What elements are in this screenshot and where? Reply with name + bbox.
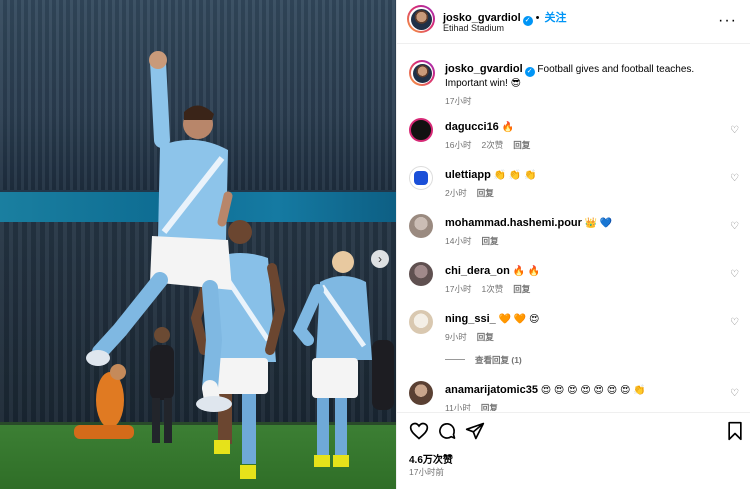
comment-body: dagucci16 🔥 16小时 2次赞 回复 [445, 121, 725, 152]
comment-meta: 11小时 回复 [445, 402, 725, 411]
players-illustration [74, 51, 394, 479]
commenter-avatar[interactable] [409, 166, 433, 190]
commenter-username[interactable]: ning_ssi_ [445, 313, 496, 325]
comment-body: anamarijatomic35 😍 😍 😍 😍 😍 😍 😍 👏 11小时 回复 [445, 384, 725, 411]
caption-body: josko_gvardiol ✓ Football gives and footb… [445, 63, 735, 108]
reply-button[interactable]: 回复 [481, 403, 498, 411]
comments-list[interactable]: josko_gvardiol ✓ Football gives and footb… [397, 45, 750, 411]
comment-meta: 17小时 1次赞 回复 [445, 283, 725, 296]
reply-button[interactable]: 回复 [477, 188, 494, 198]
post-detail-pane: josko_gvardiol ✓ • 关注 Etihad Stadium ··· jo… [396, 0, 750, 489]
comment-body: chi_dera_on 🔥 🔥 17小时 1次赞 回复 [445, 265, 725, 296]
post-actions-bar: 4.6万次赞 17小时前 [397, 412, 750, 489]
commenter-username[interactable]: chi_dera_on [445, 265, 510, 277]
separator-dot: • [535, 12, 540, 24]
comment-icon[interactable] [437, 421, 457, 441]
comment-like-heart-icon[interactable]: ♡ [730, 389, 740, 399]
next-image-button[interactable]: › [371, 250, 389, 268]
comment-like-heart-icon[interactable]: ♡ [730, 126, 740, 136]
comment-body: ning_ssi_ 🧡 🧡 😍 9小时 回复 [445, 313, 725, 344]
reply-button[interactable]: 回复 [481, 236, 498, 246]
commenter-avatar[interactable] [409, 310, 433, 334]
share-icon[interactable] [465, 421, 485, 441]
comment-text: 👑 💙 [584, 218, 613, 229]
comment-body: ulettiapp 👏 👏 👏 2小时 回复 [445, 169, 725, 200]
comment-time: 2小时 [445, 188, 467, 198]
reply-button[interactable]: 回复 [477, 332, 494, 342]
comment-meta: 14小时 回复 [445, 235, 725, 248]
goalkeeper-figure [74, 364, 134, 439]
comment-time: 9小时 [445, 332, 467, 342]
comment-like-count[interactable]: 1次赞 [481, 284, 503, 294]
comment-meta: 16小时 2次赞 回复 [445, 139, 725, 152]
caption-author-avatar[interactable] [409, 60, 435, 86]
caption-time: 17小时 [445, 96, 472, 106]
comment-text: 🔥 🔥 [512, 266, 541, 277]
bookmark-icon[interactable] [725, 421, 745, 441]
comment-time: 17小时 [445, 284, 472, 294]
commenter-avatar[interactable] [409, 381, 433, 405]
comment-text: 😍 😍 😍 😍 😍 😍 😍 👏 [540, 385, 646, 396]
commenter-username[interactable]: ulettiapp [445, 169, 491, 181]
comment-like-heart-icon[interactable]: ♡ [730, 318, 740, 328]
verified-badge-icon: ✓ [524, 67, 535, 77]
view-replies-button[interactable]: 查看回复 (1) [445, 354, 522, 366]
post-header: josko_gvardiol ✓ • 关注 Etihad Stadium ··· [397, 0, 750, 44]
comment-time: 16小时 [445, 140, 472, 150]
comment-meta: 2小时 回复 [445, 187, 725, 200]
comment-like-heart-icon[interactable]: ♡ [730, 222, 740, 232]
reply-button[interactable]: 回复 [513, 140, 530, 150]
commenter-username[interactable]: mohammad.hashemi.pour [445, 217, 582, 229]
player-right-figure [293, 251, 372, 467]
caption-author-username[interactable]: josko_gvardiol [445, 63, 523, 75]
comment-text: 🔥 [501, 122, 515, 133]
commenter-avatar[interactable] [409, 262, 433, 286]
post-photo[interactable]: › [0, 0, 396, 489]
commenter-avatar[interactable] [409, 214, 433, 238]
comment-text: 🧡 🧡 😍 [498, 314, 540, 325]
caption-meta: 17小时 [445, 95, 735, 108]
heart-icon[interactable] [409, 421, 429, 441]
comment-like-count[interactable]: 2次赞 [481, 140, 503, 150]
comment-meta: 9小时 回复 [445, 331, 725, 344]
verified-badge-icon: ✓ [522, 16, 533, 26]
reply-button[interactable]: 回复 [513, 284, 530, 294]
comment-time: 14小时 [445, 236, 472, 246]
more-options-icon[interactable]: ··· [718, 12, 737, 30]
comment-body: mohammad.hashemi.pour 👑 💙 14小时 回复 [445, 217, 725, 248]
comment-text: 👏 👏 👏 [493, 170, 537, 181]
like-count[interactable]: 4.6万次赞 [409, 451, 453, 466]
commenter-username[interactable]: anamarijatomic35 [445, 384, 538, 396]
author-avatar[interactable] [407, 5, 435, 33]
follow-button[interactable]: 关注 [545, 12, 567, 24]
comment-time: 11小时 [445, 403, 471, 411]
post-location[interactable]: Etihad Stadium [443, 23, 504, 33]
comment-like-heart-icon[interactable]: ♡ [730, 174, 740, 184]
commenter-avatar[interactable] [409, 118, 433, 142]
post-time-ago: 17小时前 [409, 467, 444, 477]
comment-like-heart-icon[interactable]: ♡ [730, 270, 740, 280]
commenter-username[interactable]: dagucci16 [445, 121, 499, 133]
